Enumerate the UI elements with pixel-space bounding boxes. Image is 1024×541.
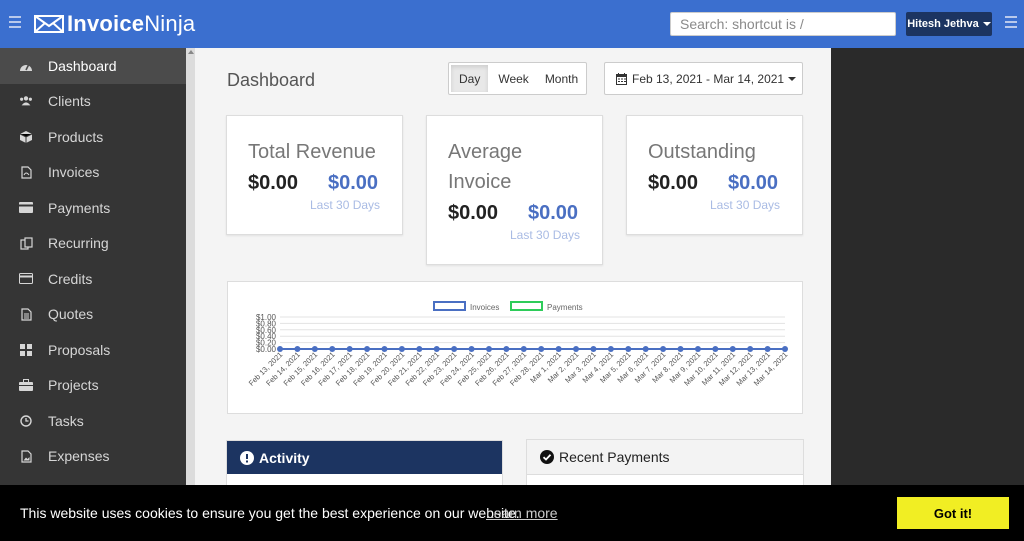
card-title: Outstanding [648, 141, 756, 163]
activity-panel-header: Activity [227, 441, 502, 474]
sidebar-item-label: Credits [48, 270, 93, 287]
sidebar-item-label: Tasks [48, 412, 84, 429]
outstanding-card: Outstanding $0.00 $0.00 Last 30 Days [626, 115, 803, 235]
card-value-alt: $0.00 [528, 202, 579, 224]
card-period: Last 30 Days [310, 198, 381, 212]
activity-panel-title: Activity [259, 449, 310, 466]
card-value-alt: $0.00 [328, 172, 379, 194]
legend-swatch [433, 301, 466, 311]
y-tick-label: $0.00 [256, 345, 277, 354]
recent-payments-panel-header: Recent Payments [527, 440, 803, 475]
exclamation-circle-icon [240, 450, 254, 465]
period-tab-day[interactable]: Day [451, 65, 489, 92]
sidebar-item-credits[interactable]: Credits [0, 261, 186, 297]
sidebar-item-label: Dashboard [48, 57, 117, 74]
sidebar-item-recurring[interactable]: Recurring [0, 226, 186, 262]
sidebar-item-expenses[interactable]: Expenses [0, 439, 186, 475]
sidebar-item-proposals[interactable]: Proposals [0, 332, 186, 368]
dashboard-icon [19, 59, 33, 73]
cube-icon [19, 130, 33, 144]
cookie-banner: This website uses cookies to ensure you … [0, 485, 1024, 541]
sidebar-item-label: Projects [48, 377, 99, 394]
sidebar-item-label: Clients [48, 93, 91, 110]
date-range-value: Feb 13, 2021 - Mar 14, 2021 [632, 71, 785, 86]
check-circle-icon [540, 450, 554, 464]
sidebar-item-invoices[interactable]: Invoices [0, 155, 186, 191]
file-image-icon [19, 449, 33, 463]
card-value: $0.00 [248, 172, 299, 194]
period-selector: Day Week Month [448, 62, 588, 95]
menu-toggle-icon[interactable] [9, 16, 21, 28]
sidebar-item-label: Expenses [48, 448, 110, 465]
credit-card-icon [19, 272, 33, 286]
legend-swatch [510, 301, 543, 311]
sidebar-item-label: Recurring [48, 235, 109, 252]
card-value: $0.00 [448, 202, 499, 224]
file-pdf-icon [19, 165, 33, 179]
sidebar-item-label: Payments [48, 199, 111, 216]
logo-text-light: Ninja [144, 11, 196, 36]
revenue-chart-card: Invoices Payments $1.00 $0.80 $0.60 $0.40 $0.2… [227, 281, 803, 414]
sidebar-item-label: Products [48, 128, 104, 145]
cookie-learn-more-link[interactable]: Learn more [486, 505, 558, 521]
card-value: $0.00 [648, 172, 699, 194]
page-title: Dashboard [227, 70, 316, 90]
sidebar-item-dashboard[interactable]: Dashboard [0, 48, 186, 84]
sidebar-item-label: Proposals [48, 341, 111, 358]
card-value-alt: $0.00 [728, 172, 779, 194]
legend-label: Payments [547, 303, 583, 312]
user-menu-button[interactable]: Hitesh Jethva [906, 12, 992, 36]
clock-icon [19, 414, 33, 428]
legend-label: Invoices [470, 303, 499, 312]
search-input[interactable] [670, 12, 896, 36]
file-text-icon [19, 307, 33, 321]
sidebar-item-clients[interactable]: Clients [0, 84, 186, 120]
calendar-icon [616, 72, 627, 85]
sidebar-scrollbar[interactable] [186, 48, 195, 541]
card-title-line1: Average [448, 141, 523, 163]
sidebar-item-payments[interactable]: Payments [0, 190, 186, 226]
scroll-up-icon[interactable] [188, 50, 194, 54]
revenue-chart: Invoices Payments$1.00$0.80$0.60$0.40$0.2… [247, 301, 789, 388]
caret-down-icon [982, 22, 991, 26]
top-navbar: InvoiceNinja Hitesh Jethva [0, 0, 1024, 48]
logo-text-bold: Invoice [67, 11, 145, 36]
average-invoice-card: Average Invoice $0.00 $0.00 Last 30 Days [426, 115, 603, 265]
cookie-message: This website uses cookies to ensure you … [20, 505, 520, 521]
files-icon [19, 236, 33, 250]
sidebar: Dashboard Clients Products Invoices Paym… [0, 48, 186, 541]
sidebar-item-tasks[interactable]: Tasks [0, 403, 186, 439]
right-gutter [831, 48, 1024, 541]
users-icon [19, 94, 33, 108]
logo-icon [34, 15, 64, 33]
caret-down-icon [788, 76, 797, 81]
sidebar-item-label: Invoices [48, 164, 100, 181]
sidebar-item-products[interactable]: Products [0, 119, 186, 155]
cookie-accept-button[interactable]: Got it! [897, 497, 1009, 529]
credit-card-icon [19, 201, 33, 215]
right-menu-toggle-icon[interactable] [1005, 16, 1017, 28]
sidebar-item-quotes[interactable]: Quotes [0, 297, 186, 333]
card-title: Total Revenue [248, 141, 376, 163]
app-logo[interactable]: InvoiceNinja [34, 11, 195, 37]
sidebar-item-label: Quotes [48, 306, 94, 323]
period-tab-week[interactable]: Week [490, 63, 536, 94]
sidebar-item-projects[interactable]: Projects [0, 368, 186, 404]
date-range-picker[interactable]: Feb 13, 2021 - Mar 14, 2021 [604, 62, 803, 95]
card-period: Last 30 Days [510, 228, 581, 242]
th-large-icon [19, 343, 33, 357]
card-period: Last 30 Days [710, 198, 781, 212]
briefcase-icon [19, 378, 33, 392]
total-revenue-card: Total Revenue $0.00 $0.00 Last 30 Days [226, 115, 403, 235]
main-content: Dashboard Day Week Month Feb 13, 2021 - … [195, 48, 831, 541]
period-tab-month[interactable]: Month [537, 63, 586, 94]
card-title-line2: Invoice [448, 171, 512, 193]
recent-payments-panel-title: Recent Payments [559, 449, 670, 465]
user-name: Hitesh Jethva [907, 18, 979, 30]
